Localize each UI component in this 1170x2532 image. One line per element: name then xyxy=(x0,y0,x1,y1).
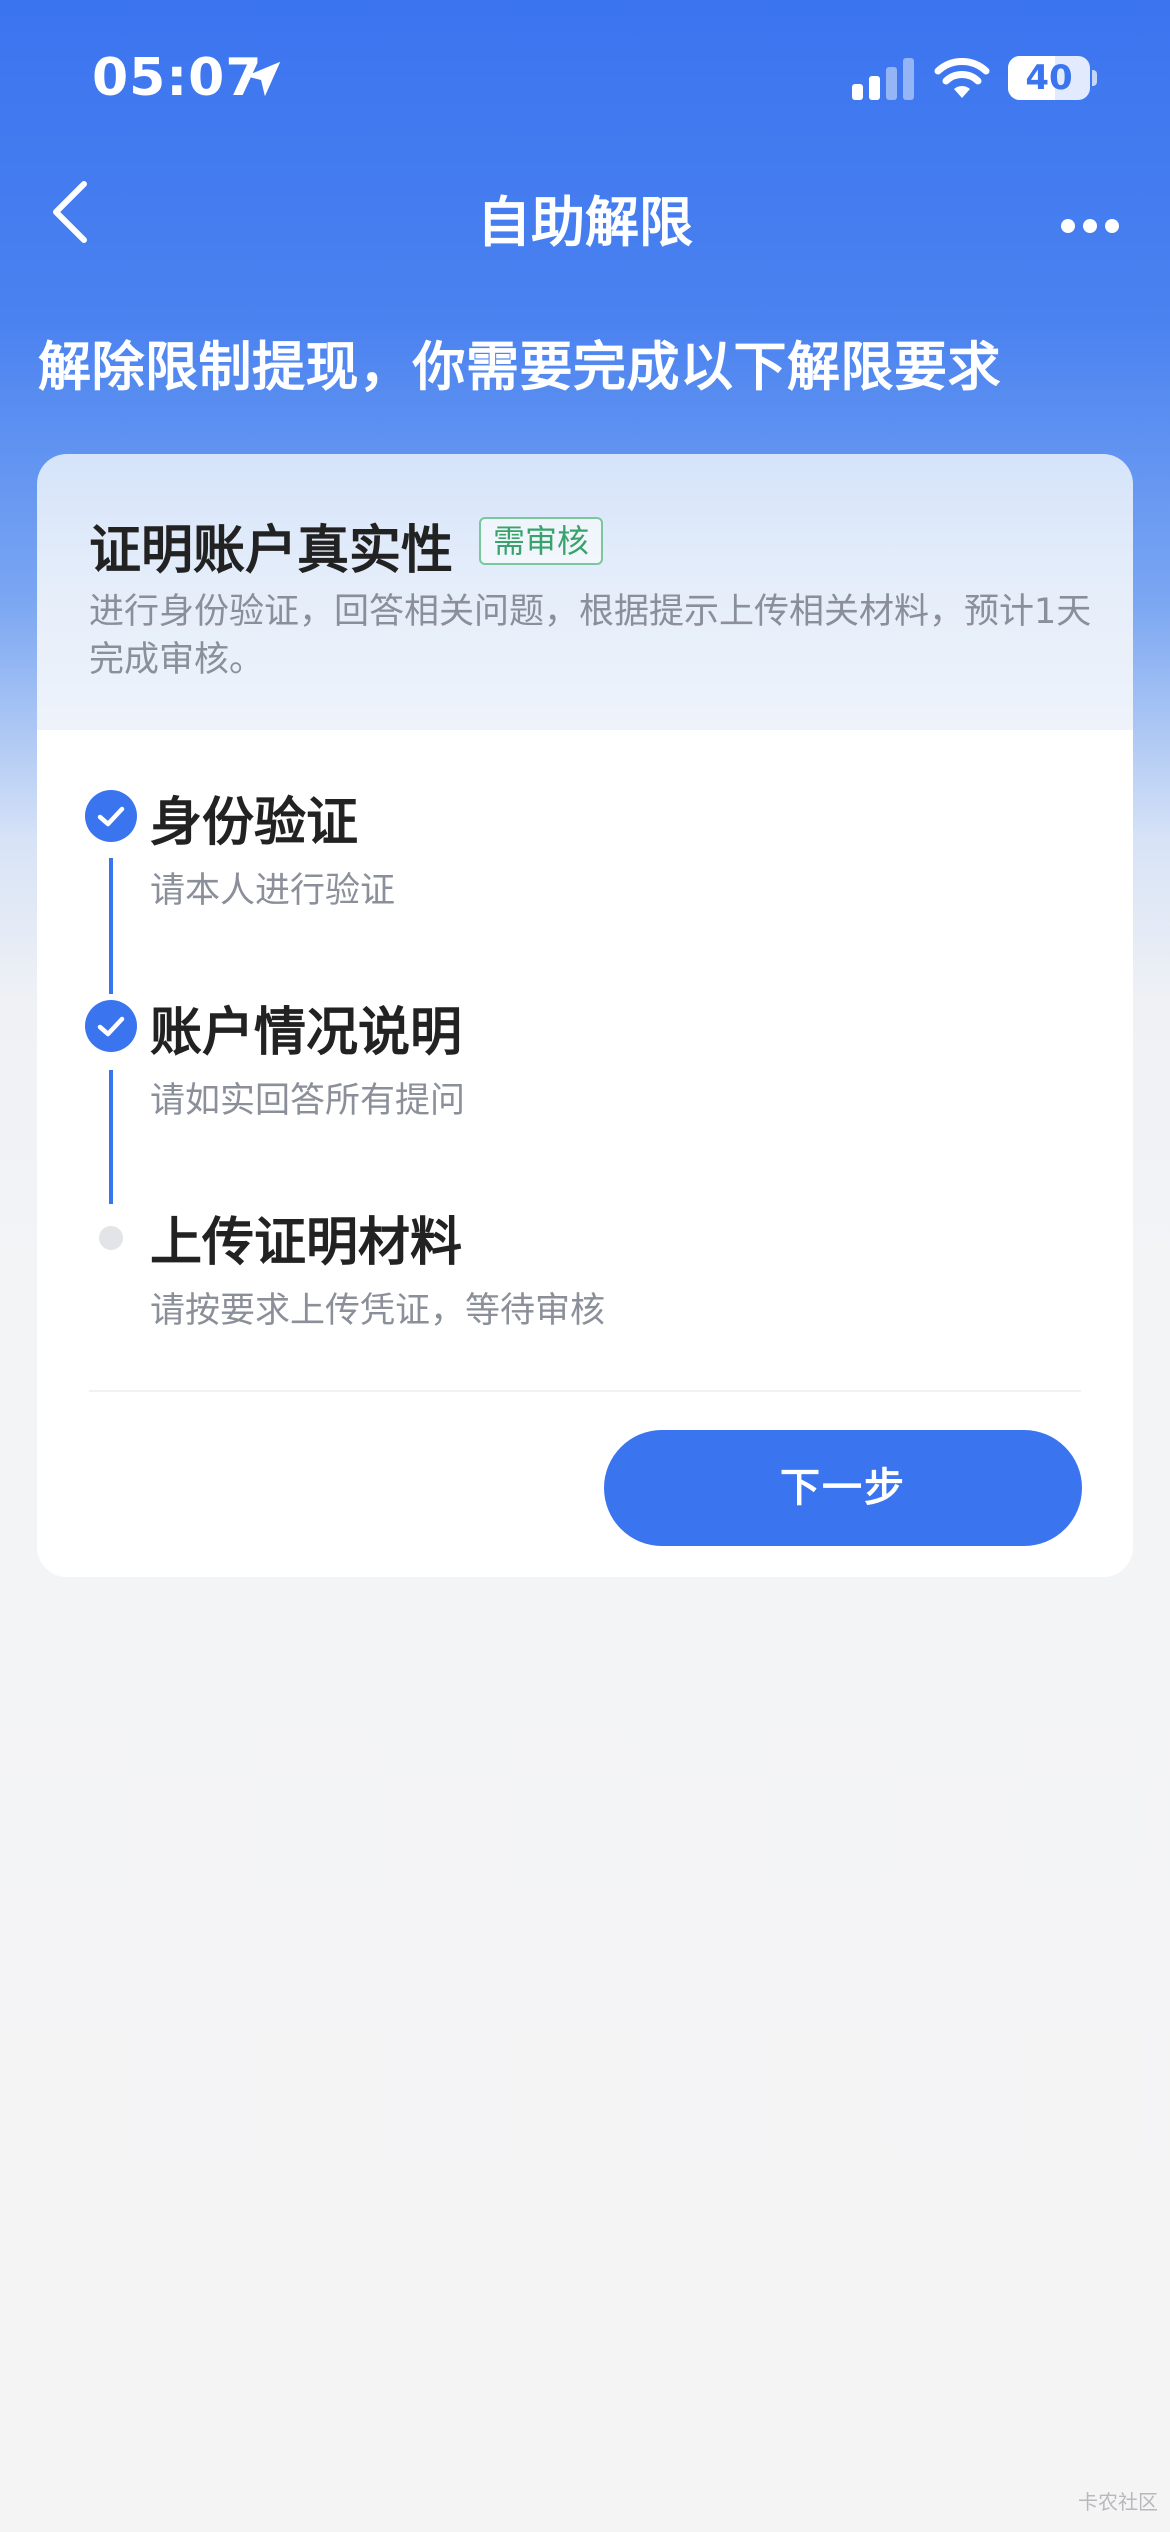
step-title: 账户情况说明 xyxy=(150,1003,463,1063)
location-arrow-icon xyxy=(245,61,281,97)
next-button[interactable]: 下一步 xyxy=(604,1430,1082,1546)
nav-bar: 自助解限 xyxy=(0,160,1170,260)
review-badge: 需审核 xyxy=(479,517,604,565)
more-button[interactable] xyxy=(1050,180,1130,240)
status-time: 05:07 xyxy=(92,48,263,108)
battery-indicator: 40 xyxy=(1008,56,1090,100)
more-dots-icon xyxy=(1061,219,1119,233)
step-subtitle: 请如实回答所有提问 xyxy=(150,1081,466,1121)
step-subtitle: 请本人进行验证 xyxy=(150,871,396,911)
check-circle-icon xyxy=(85,790,137,842)
cellular-signal-icon xyxy=(852,58,914,100)
card-description: 进行身份验证，回答相关问题，根据提示上传相关材料，预计1天完成审核。 xyxy=(89,592,1092,680)
steps-panel: 身份验证 请本人进行验证 账户情况说明 请如实回答所有提问 上传证明材料 请按要… xyxy=(37,730,1133,1577)
step-item-identity[interactable]: 身份验证 请本人进行验证 xyxy=(37,730,1133,930)
verification-card: 证明账户真实性 需审核 进行身份验证，回答相关问题，根据提示上传相关材料，预计1… xyxy=(37,454,1133,1577)
status-bar: 05:07 40 xyxy=(0,0,1170,150)
step-item-upload-proof[interactable]: 上传证明材料 请按要求上传凭证，等待审核 xyxy=(37,1150,1133,1350)
card-title: 证明账户真实性 xyxy=(89,521,454,581)
step-title: 身份验证 xyxy=(150,793,359,853)
battery-nub xyxy=(1092,70,1097,86)
page-title: 自助解限 xyxy=(477,191,693,254)
pending-dot-icon xyxy=(99,1226,123,1250)
step-subtitle: 请按要求上传凭证，等待审核 xyxy=(150,1291,606,1331)
watermark: 卡农社区 xyxy=(1078,2490,1158,2514)
check-circle-icon xyxy=(85,1000,137,1052)
unlock-headline: 解除限制提现，你需要完成以下解限要求 xyxy=(38,337,1001,398)
step-title: 上传证明材料 xyxy=(150,1213,463,1273)
wifi-icon xyxy=(934,58,990,98)
step-item-account-info[interactable]: 账户情况说明 请如实回答所有提问 xyxy=(37,940,1133,1140)
divider xyxy=(89,1390,1081,1392)
battery-percent: 40 xyxy=(1025,58,1073,98)
